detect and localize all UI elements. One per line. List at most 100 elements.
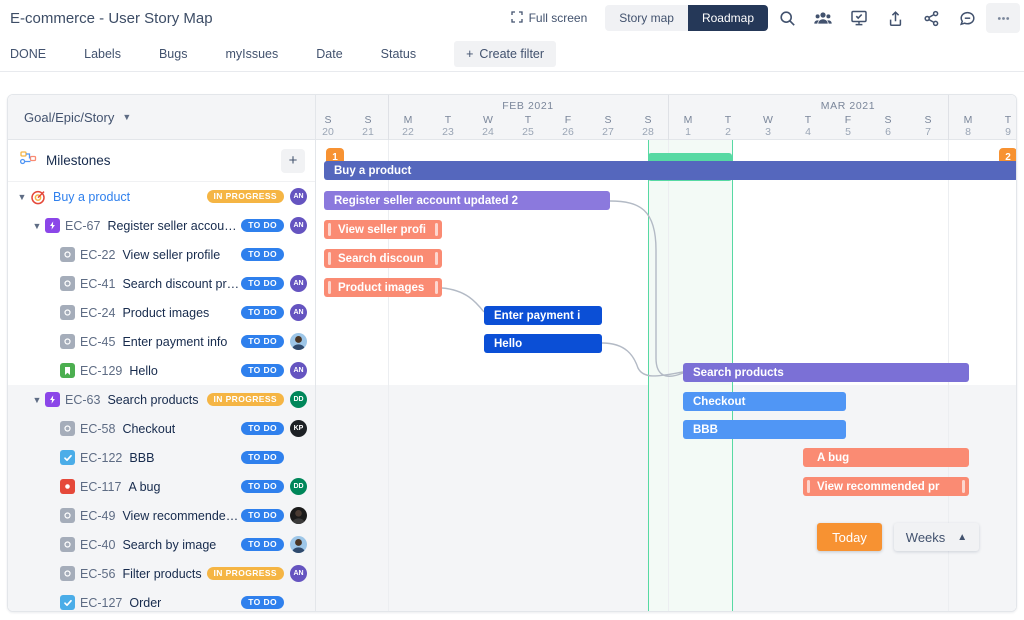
avatar[interactable]: AN xyxy=(290,217,307,234)
avatar[interactable]: KP xyxy=(290,420,307,437)
bar-checkout[interactable]: Checkout xyxy=(683,392,846,411)
bar-search-discount[interactable]: Search discoun xyxy=(324,249,442,268)
issue-row[interactable]: ▼ EC-67 Register seller account up…TO DO AN xyxy=(8,211,315,240)
milestones-row[interactable]: Milestones + xyxy=(8,140,315,182)
zoom-level-button[interactable]: Weeks ▲ xyxy=(894,523,979,551)
avatar[interactable]: AN xyxy=(290,275,307,292)
presentation-icon[interactable] xyxy=(842,3,876,33)
avatar[interactable]: DD xyxy=(290,391,307,408)
filter-myissues[interactable]: myIssues xyxy=(225,41,278,67)
status-badge[interactable]: TO DO xyxy=(241,537,284,552)
create-filter-button[interactable]: + Create filter xyxy=(454,40,557,67)
issue-row[interactable]: EC-40 Search by image TO DO xyxy=(8,530,315,559)
avatar[interactable]: AN xyxy=(290,362,307,379)
issue-summary: Search by image xyxy=(122,537,217,552)
issue-summary: Enter payment info xyxy=(122,334,228,349)
bar-register-seller-account[interactable]: Register seller account updated 2 xyxy=(324,191,610,210)
status-badge[interactable]: TO DO xyxy=(241,276,284,291)
avatar[interactable] xyxy=(290,333,307,350)
release-boundary-line xyxy=(648,140,649,611)
status-badge[interactable]: TO DO xyxy=(241,334,284,349)
bar-resize-handle-left[interactable] xyxy=(328,281,331,294)
filter-labels[interactable]: Labels xyxy=(84,41,121,67)
status-badge[interactable]: TO DO xyxy=(241,479,284,494)
people-icon[interactable] xyxy=(806,3,840,33)
status-badge[interactable]: TO DO xyxy=(241,595,284,610)
bar-resize-handle-left[interactable] xyxy=(328,223,331,236)
bar-resize-handle-right[interactable] xyxy=(435,252,438,265)
issue-row[interactable]: ▼ EC-63 Search products IN PROGRESS DD xyxy=(8,385,315,414)
bar-product-images[interactable]: Product images xyxy=(324,278,442,297)
bar-a-bug[interactable]: A bug xyxy=(803,448,969,467)
status-badge[interactable]: TO DO xyxy=(241,421,284,436)
bar-bbb[interactable]: BBB xyxy=(683,420,846,439)
full-screen-button[interactable]: Full screen xyxy=(503,7,596,30)
day-number: 6 xyxy=(885,126,891,138)
view-roadmap[interactable]: Roadmap xyxy=(687,5,768,31)
share-export-icon[interactable] xyxy=(878,3,912,33)
comment-icon[interactable] xyxy=(950,3,984,33)
status-badge[interactable]: TO DO xyxy=(241,305,284,320)
day-of-week: W xyxy=(483,114,493,126)
issue-row[interactable]: EC-45 Enter payment info TO DO xyxy=(8,327,315,356)
bar-label: Search discoun xyxy=(338,252,424,265)
issue-row[interactable]: EC-56 Filter products IN PROGRESS AN xyxy=(8,559,315,588)
bar-view-seller-profile[interactable]: View seller profi xyxy=(324,220,442,239)
bar-buy-a-product[interactable]: Buy a product xyxy=(324,161,1016,180)
bar-resize-handle-left[interactable] xyxy=(328,252,331,265)
issue-row[interactable]: EC-117 A bug TO DO DD xyxy=(8,472,315,501)
today-button[interactable]: Today xyxy=(817,523,882,551)
view-story-map[interactable]: Story map xyxy=(605,5,688,31)
roadmap-canvas: Goal/Epic/Story ▼ Milestones + ▼ Buy a pr… xyxy=(7,94,1017,612)
bar-enter-payment-info[interactable]: Enter payment i xyxy=(484,306,602,325)
bar-label: Hello xyxy=(494,337,523,350)
status-badge[interactable]: IN PROGRESS xyxy=(206,189,284,204)
avatar[interactable] xyxy=(290,536,307,553)
share-nodes-icon[interactable] xyxy=(914,3,948,33)
epic-icon xyxy=(45,218,60,233)
status-badge[interactable]: TO DO xyxy=(241,508,284,523)
bar-resize-handle-right[interactable] xyxy=(435,281,438,294)
filter-status[interactable]: Status xyxy=(381,41,416,67)
status-badge[interactable]: IN PROGRESS xyxy=(206,566,284,581)
bar-view-recommended[interactable]: View recommended pr xyxy=(803,477,969,496)
issue-row[interactable]: ▼ Buy a product IN PROGRESS AN xyxy=(8,182,315,211)
filter-done[interactable]: DONE xyxy=(10,41,46,67)
status-badge[interactable]: TO DO xyxy=(241,450,284,465)
issue-row[interactable]: EC-24 Product images TO DO AN xyxy=(8,298,315,327)
avatar[interactable]: AN xyxy=(290,565,307,582)
status-badge[interactable]: TO DO xyxy=(241,218,284,233)
avatar[interactable]: DD xyxy=(290,478,307,495)
issue-row[interactable]: EC-129 Hello TO DO AN xyxy=(8,356,315,385)
issue-row[interactable]: EC-49 View recommended prod…TO DO xyxy=(8,501,315,530)
bar-hello[interactable]: Hello xyxy=(484,334,602,353)
day-of-week: S xyxy=(924,114,932,126)
avatar[interactable] xyxy=(290,507,307,524)
page-title: E-commerce - User Story Map xyxy=(10,9,213,27)
group-by-selector[interactable]: Goal/Epic/Story ▼ xyxy=(8,95,315,140)
issue-row[interactable]: EC-58 Checkout TO DO KP xyxy=(8,414,315,443)
filter-date[interactable]: Date xyxy=(316,41,342,67)
issue-row[interactable]: EC-22 View seller profile TO DO xyxy=(8,240,315,269)
add-milestone-button[interactable]: + xyxy=(281,148,305,173)
avatar[interactable]: AN xyxy=(290,304,307,321)
avatar[interactable]: AN xyxy=(290,188,307,205)
issue-row[interactable]: EC-41 Search discount productsTO DO AN xyxy=(8,269,315,298)
issue-row[interactable]: EC-127 Order TO DO xyxy=(8,588,315,611)
row-expand-toggle[interactable]: ▼ xyxy=(29,221,45,231)
status-badge[interactable]: TO DO xyxy=(241,363,284,378)
epic-icon xyxy=(45,392,60,407)
status-badge[interactable]: IN PROGRESS xyxy=(206,392,284,407)
bar-resize-handle-right[interactable] xyxy=(435,223,438,236)
bar-resize-handle-right[interactable] xyxy=(962,480,965,493)
bar-search-products[interactable]: Search products xyxy=(683,363,969,382)
more-options-icon[interactable] xyxy=(986,3,1020,33)
issue-row[interactable]: EC-122 BBB TO DO xyxy=(8,443,315,472)
row-expand-toggle[interactable]: ▼ xyxy=(29,395,45,405)
filter-bugs[interactable]: Bugs xyxy=(159,41,188,67)
day-column-header: T9 xyxy=(988,114,1016,139)
bar-resize-handle-left[interactable] xyxy=(807,480,810,493)
row-expand-toggle[interactable]: ▼ xyxy=(14,192,30,202)
status-badge[interactable]: TO DO xyxy=(241,247,284,262)
search-icon[interactable] xyxy=(770,3,804,33)
